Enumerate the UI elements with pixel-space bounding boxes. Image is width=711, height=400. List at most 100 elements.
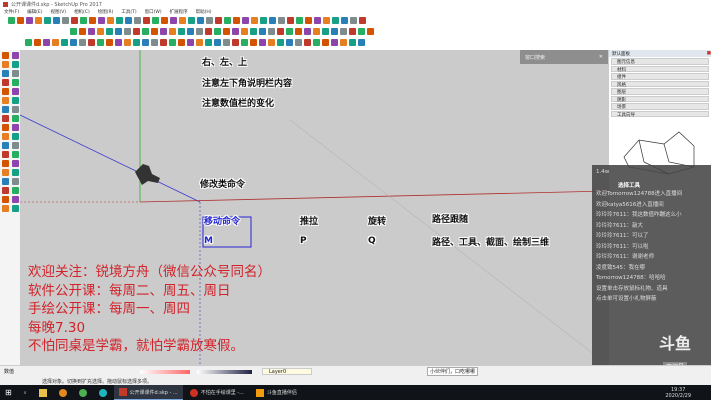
toolbar-tool-icon[interactable]	[133, 28, 140, 35]
toolbar-tool-icon[interactable]	[151, 28, 158, 35]
toolbar-tool-icon[interactable]	[313, 39, 320, 46]
toolbar-tool-icon[interactable]	[296, 17, 303, 24]
toolbar-tool-icon[interactable]	[188, 17, 195, 24]
chrome-icon[interactable]	[74, 385, 92, 400]
toolbar-tool-icon[interactable]	[350, 17, 357, 24]
toolbar-tool-icon[interactable]	[295, 39, 302, 46]
toolbar-tool-icon[interactable]	[250, 39, 257, 46]
toolbar-tool-icon[interactable]	[277, 28, 284, 35]
left-tool-icon[interactable]	[12, 178, 19, 185]
menu-help[interactable]: 帮助(H)	[196, 9, 212, 15]
close-icon[interactable]: ✕	[599, 54, 603, 60]
left-tool-icon[interactable]	[2, 196, 9, 203]
toolbar-tool-icon[interactable]	[133, 39, 140, 46]
toolbar-tool-icon[interactable]	[17, 17, 24, 24]
toolbar-tool-icon[interactable]	[278, 17, 285, 24]
toolbar-tool-icon[interactable]	[160, 28, 167, 35]
toolbar-tool-icon[interactable]	[143, 17, 150, 24]
toolbar-tool-icon[interactable]	[26, 17, 33, 24]
toolbar-tool-icon[interactable]	[223, 39, 230, 46]
toolbar-tool-icon[interactable]	[115, 28, 122, 35]
toolbar-tool-icon[interactable]	[286, 39, 293, 46]
search-app-icon[interactable]	[54, 385, 72, 400]
left-tool-icon[interactable]	[12, 196, 19, 203]
toolbar-tool-icon[interactable]	[80, 17, 87, 24]
toolbar-tool-icon[interactable]	[134, 17, 141, 24]
left-tool-icon[interactable]	[12, 115, 19, 122]
left-tool-icon[interactable]	[2, 169, 9, 176]
toolbar-tool-icon[interactable]	[358, 39, 365, 46]
toolbar-tool-icon[interactable]	[197, 17, 204, 24]
toolbar-tool-icon[interactable]	[277, 39, 284, 46]
toolbar-tool-icon[interactable]	[79, 39, 86, 46]
left-tool-icon[interactable]	[12, 169, 19, 176]
toolbar-tool-icon[interactable]	[169, 28, 176, 35]
toolbar-tool-icon[interactable]	[53, 17, 60, 24]
toolbar-tool-icon[interactable]	[142, 39, 149, 46]
shadow-slider[interactable]	[140, 370, 190, 374]
toolbar-tool-icon[interactable]	[349, 28, 356, 35]
toolbar-tool-icon[interactable]	[322, 39, 329, 46]
tray-item-components[interactable]: 组件	[611, 73, 709, 80]
left-tool-icon[interactable]	[12, 88, 19, 95]
toolbar-tool-icon[interactable]	[70, 28, 77, 35]
tray-item-styles[interactable]: 风格	[611, 80, 709, 88]
toolbar-tool-icon[interactable]	[179, 17, 186, 24]
task-browser[interactable]: 不怕在手绘课里 -...	[185, 385, 249, 400]
tray-item-entity-info[interactable]: 图元信息	[611, 58, 709, 65]
left-tool-icon[interactable]	[12, 187, 19, 194]
toolbar-tool-icon[interactable]	[206, 17, 213, 24]
toolbar-tool-icon[interactable]	[251, 17, 258, 24]
toolbar-tool-icon[interactable]	[323, 17, 330, 24]
toolbar-tool-icon[interactable]	[88, 39, 95, 46]
left-tool-icon[interactable]	[12, 205, 19, 212]
menu-tools[interactable]: 工具(T)	[121, 9, 136, 15]
search-icon[interactable]: ⌕	[19, 385, 32, 400]
toolbar-tool-icon[interactable]	[116, 17, 123, 24]
toolbar-tool-icon[interactable]	[62, 17, 69, 24]
toolbar-tool-icon[interactable]	[259, 39, 266, 46]
toolbar-tool-icon[interactable]	[97, 28, 104, 35]
menu-edit[interactable]: 编辑(E)	[27, 9, 42, 15]
menu-camera[interactable]: 相机(C)	[74, 9, 90, 15]
left-tool-icon[interactable]	[2, 178, 9, 185]
toolbar-tool-icon[interactable]	[295, 28, 302, 35]
toolbar-tool-icon[interactable]	[268, 39, 275, 46]
toolbar-tool-icon[interactable]	[233, 17, 240, 24]
left-tool-icon[interactable]	[12, 52, 19, 59]
toolbar-tool-icon[interactable]	[71, 17, 78, 24]
time-slider[interactable]	[197, 370, 252, 374]
toolbar-tool-icon[interactable]	[250, 28, 257, 35]
menu-window[interactable]: 窗口(W)	[145, 9, 162, 15]
toolbar-tool-icon[interactable]	[161, 17, 168, 24]
menu-draw[interactable]: 绘图(R)	[98, 9, 114, 15]
left-tool-icon[interactable]	[12, 151, 19, 158]
toolbar-tool-icon[interactable]	[61, 39, 68, 46]
toolbar-tool-icon[interactable]	[88, 28, 95, 35]
toolbar-tool-icon[interactable]	[196, 39, 203, 46]
toolbar-tool-icon[interactable]	[304, 28, 311, 35]
left-tool-icon[interactable]	[12, 97, 19, 104]
left-tool-icon[interactable]	[12, 124, 19, 131]
tray-item-scenes[interactable]: 场景	[611, 103, 709, 110]
toolbar-tool-icon[interactable]	[142, 28, 149, 35]
start-button[interactable]: ⊞	[0, 385, 17, 400]
left-tool-icon[interactable]	[2, 151, 9, 158]
task-douyu[interactable]: 斗鱼直播伴侣	[251, 385, 302, 400]
tray-item-layers[interactable]: 图层	[611, 88, 709, 95]
left-tool-icon[interactable]	[12, 70, 19, 77]
layer-select[interactable]: Layer0	[262, 368, 312, 375]
toolbar-tool-icon[interactable]	[341, 17, 348, 24]
toolbar-tool-icon[interactable]	[35, 17, 42, 24]
menu-view[interactable]: 视图(V)	[50, 9, 66, 15]
toolbar-tool-icon[interactable]	[314, 17, 321, 24]
toolbar-tool-icon[interactable]	[205, 28, 212, 35]
tray-item-instructor[interactable]: 工具向导	[611, 110, 709, 118]
toolbar-tool-icon[interactable]	[340, 28, 347, 35]
left-tool-icon[interactable]	[2, 133, 9, 140]
left-tool-icon[interactable]	[2, 79, 9, 86]
toolbar-tool-icon[interactable]	[44, 17, 51, 24]
left-tool-icon[interactable]	[2, 187, 9, 194]
left-tool-icon[interactable]	[12, 142, 19, 149]
toolbar-tool-icon[interactable]	[232, 28, 239, 35]
